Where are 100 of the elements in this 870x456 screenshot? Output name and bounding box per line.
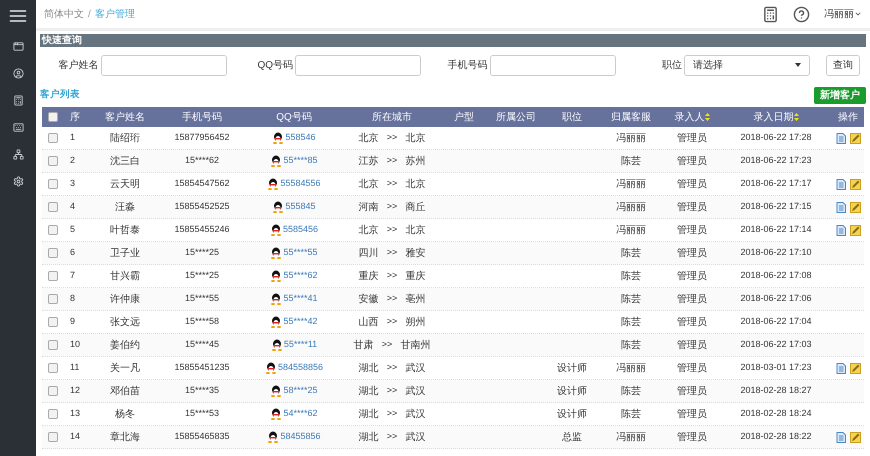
breadcrumb-item[interactable]: 客户管理 <box>94 6 135 22</box>
settings-icon[interactable] <box>12 176 24 187</box>
input-field[interactable] <box>295 54 421 76</box>
qq-link[interactable]: 55****55 <box>283 246 318 260</box>
checkbox[interactable] <box>48 432 58 442</box>
pencil-icon[interactable] <box>850 178 860 190</box>
table-cell-text: 2018-06-22 17:23 <box>739 154 813 168</box>
column-header: 手机号码 <box>182 110 222 124</box>
document-icon[interactable] <box>836 432 846 442</box>
checkbox[interactable] <box>48 271 58 281</box>
penguin-icon <box>270 247 282 259</box>
checkbox[interactable] <box>48 202 58 212</box>
checkbox[interactable] <box>48 294 58 304</box>
qq-link[interactable]: 55****85 <box>283 154 318 168</box>
checkbox[interactable] <box>48 317 58 327</box>
document-icon[interactable] <box>836 132 846 144</box>
table-cell-text: 叶哲泰 <box>109 224 141 238</box>
calculator-icon[interactable] <box>762 6 779 22</box>
table-cell-text: 陈芸 <box>620 316 642 330</box>
table-cell-text: 陈芸 <box>620 154 642 168</box>
column-header[interactable]: 录入人 <box>674 110 704 124</box>
checkbox[interactable] <box>48 248 58 258</box>
table-cell-text: 山西 <box>358 316 379 330</box>
add-customer-button[interactable]: 新增客户 <box>814 86 866 104</box>
qq-link[interactable]: 5585456 <box>282 223 318 237</box>
pencil-icon[interactable] <box>850 432 860 442</box>
penguin-icon <box>270 339 283 351</box>
qq-link[interactable]: 58455856 <box>280 430 321 444</box>
column-header[interactable]: 录入日期 <box>754 110 794 124</box>
table-cell-text: 陈芸 <box>620 408 642 422</box>
checkbox[interactable] <box>48 340 58 350</box>
user-icon[interactable] <box>12 68 24 79</box>
penguin-icon <box>270 155 282 167</box>
checkbox[interactable] <box>48 179 58 189</box>
table-cell-text: 14 <box>70 430 82 444</box>
table-cell-text: 6 <box>70 246 76 260</box>
table-cell-text: 汪淼 <box>114 200 136 214</box>
search-button[interactable]: 查询 <box>826 54 860 76</box>
qq-link[interactable]: 558546 <box>285 131 316 145</box>
qq-link[interactable]: 55****41 <box>283 292 318 306</box>
checkbox[interactable] <box>48 133 58 143</box>
checkbox[interactable] <box>48 225 58 235</box>
help-icon[interactable] <box>793 6 810 22</box>
sitemap-icon[interactable] <box>12 149 24 160</box>
qq-link[interactable]: 55584556 <box>280 177 321 191</box>
sort-icon[interactable] <box>794 113 798 121</box>
input-field[interactable] <box>100 54 226 76</box>
penguin-icon <box>270 293 282 305</box>
table-cell-text: 陈芸 <box>620 384 642 398</box>
checkbox[interactable] <box>48 156 58 166</box>
input-field[interactable] <box>490 54 616 76</box>
keyboard-icon[interactable] <box>12 122 24 133</box>
checkbox[interactable] <box>48 386 58 396</box>
pencil-icon[interactable] <box>850 132 860 144</box>
qq-link[interactable]: 555845 <box>285 200 316 214</box>
qq-link[interactable]: 58****25 <box>283 384 318 398</box>
document-icon[interactable] <box>836 202 846 212</box>
pencil-icon[interactable] <box>850 202 860 212</box>
table-cell-text: >> <box>386 177 398 190</box>
table-cell-text: 管理员 <box>676 430 708 444</box>
table-cell-text: 姜伯约 <box>109 338 141 352</box>
table-cell-text: 杨冬 <box>114 408 136 422</box>
pencil-icon[interactable] <box>850 224 860 236</box>
position-select[interactable]: 请选择 <box>684 54 810 76</box>
calculator-icon[interactable] <box>12 95 24 106</box>
document-icon[interactable] <box>836 362 846 374</box>
qq-link[interactable]: 55****11 <box>284 338 318 352</box>
checkbox[interactable] <box>48 409 58 419</box>
qq-link[interactable]: 55****42 <box>283 315 318 329</box>
caret-icon[interactable] <box>854 10 862 18</box>
field-label: 客户姓名 <box>58 58 98 72</box>
table-cell-text: 北京 <box>358 178 379 192</box>
table-cell-text: 北京 <box>405 224 426 238</box>
table-cell-text: 15855465835 <box>173 430 231 444</box>
table-cell-text: 管理员 <box>676 246 708 260</box>
table-cell-text: 2018-06-22 17:28 <box>739 131 813 144</box>
document-icon[interactable] <box>836 224 846 236</box>
pencil-icon[interactable] <box>850 362 860 374</box>
document-icon[interactable] <box>836 178 846 190</box>
qq-link[interactable]: 584558856 <box>278 361 324 375</box>
checkbox[interactable] <box>48 363 58 373</box>
user-name[interactable]: 冯丽丽 <box>824 6 854 22</box>
table-cell-text: 北京 <box>358 224 379 238</box>
table-cell-text: 北京 <box>405 132 426 146</box>
table-cell-text: 管理员 <box>676 316 708 330</box>
window-icon[interactable] <box>12 41 24 52</box>
breadcrumb-item[interactable]: 简体中文 <box>44 6 84 22</box>
section-header: 快速查询 <box>40 34 866 47</box>
table-cell-text: 湖北 <box>358 384 379 398</box>
table-cell-text: 15****35 <box>184 384 220 398</box>
table-cell-text: 15877956452 <box>173 131 231 144</box>
checkbox[interactable] <box>48 112 58 122</box>
table-cell-text: 云天明 <box>109 178 141 192</box>
table-cell-text: 设计师 <box>557 408 587 422</box>
qq-link[interactable]: 55****62 <box>283 269 318 283</box>
table-cell-text: 总监 <box>562 430 582 444</box>
sort-icon[interactable] <box>704 113 710 121</box>
table-cell-text: 2018-02-28 18:22 <box>739 430 813 444</box>
qq-link[interactable]: 54****62 <box>283 407 318 421</box>
table-cell-text: 冯丽丽 <box>615 224 647 238</box>
